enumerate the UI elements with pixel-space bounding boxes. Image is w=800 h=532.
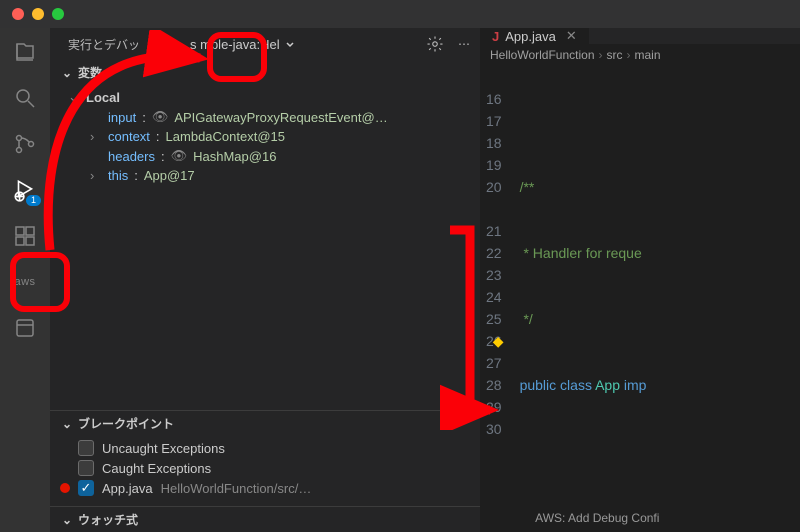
variables-section-header[interactable]: ⌄ 変数 [50,60,480,85]
start-debug-button[interactable] [158,34,178,54]
chevron-right-icon: › [599,48,603,62]
code-content[interactable]: /** * Handler for reque */ public class … [516,66,800,532]
breakpoints-title: ブレークポイント [78,415,174,432]
variable-row[interactable]: › context: LambdaContext@15 [50,127,480,146]
chevron-down-icon: ⌄ [62,66,74,80]
debug-settings-gear-icon[interactable] [426,35,444,53]
tab-app-java[interactable]: J App.java ✕ [480,28,590,44]
eye-icon: 👁 [171,148,188,164]
breakpoint-caught-exceptions[interactable]: Caught Exceptions [50,458,480,478]
variable-row[interactable]: headers: 👁 HashMap@16 [50,146,480,166]
java-file-icon: J [492,29,499,44]
debug-more-icon[interactable]: ⋯ [458,37,470,51]
debug-config-selector[interactable]: s mple-java:Hel [184,35,302,54]
breakpoint-dot-icon [60,483,70,493]
breakpoint-file-row[interactable]: ✓ App.java HelloWorldFunction/src/… [50,478,480,498]
window-maximize-button[interactable] [52,8,64,20]
activity-bar: 1 aws [0,28,50,532]
breakpoints-list: Uncaught Exceptions Caught Exceptions ✓ … [50,436,480,506]
breadcrumb[interactable]: HelloWorldFunction › src › main [480,44,800,66]
source-control-icon[interactable] [11,130,39,158]
watch-title: ウォッチ式 [78,511,138,528]
window-close-button[interactable] [12,8,24,20]
checkbox-unchecked[interactable] [78,460,94,476]
variables-tree: ⌄ Local input: 👁 APIGatewayProxyRequestE… [50,85,480,193]
eye-icon: 👁 [152,109,169,125]
run-and-debug-title: 実行とデバッ [68,36,140,53]
debug-toolbar: 実行とデバッ s mple-java:Hel ⋯ [50,28,480,60]
variables-title: 変数 [78,64,102,81]
line-number-gutter: 16 17 18 19 20 21 22 23 24 25 ◆26 27 28 … [480,66,516,532]
code-editor[interactable]: 16 17 18 19 20 21 22 23 24 25 ◆26 27 28 … [480,66,800,532]
extensions-icon[interactable] [11,222,39,250]
window-minimize-button[interactable] [32,8,44,20]
tab-label: App.java [505,29,556,44]
chevron-down-icon: ⌄ [62,417,74,431]
debug-badge: 1 [26,195,41,206]
breakpoints-section-header[interactable]: ⌄ ブレークポイント [50,411,480,436]
titlebar [0,0,800,28]
other-extension-icon[interactable] [11,314,39,342]
codelens-aws-debug[interactable]: AWS: Add Debug Confi [535,511,659,525]
search-icon[interactable] [11,84,39,112]
editor-tabs: J App.java ✕ [480,28,800,44]
checkbox-checked[interactable]: ✓ [78,480,94,496]
close-tab-icon[interactable]: ✕ [566,28,577,44]
debug-sidebar: 実行とデバッ s mple-java:Hel ⋯ ⌄ 変数 ⌄ Local [50,28,480,532]
run-debug-icon[interactable]: 1 [11,176,39,204]
aws-toolkit-icon[interactable]: aws [11,268,39,296]
execution-pointer-icon: ◆ [493,330,504,352]
checkbox-unchecked[interactable] [78,440,94,456]
debug-config-name: s mple-java:Hel [190,37,280,52]
variable-row[interactable]: input: 👁 APIGatewayProxyRequestEvent@… [50,107,480,127]
editor-area: J App.java ✕ HelloWorldFunction › src › … [480,28,800,532]
variable-row[interactable]: › this: App@17 [50,166,480,185]
explorer-icon[interactable] [11,38,39,66]
variable-scope-local[interactable]: ⌄ Local [50,87,480,107]
watch-section-header[interactable]: ⌄ ウォッチ式 [50,507,480,532]
chevron-right-icon: › [627,48,631,62]
breakpoint-uncaught-exceptions[interactable]: Uncaught Exceptions [50,438,480,458]
chevron-down-icon: ⌄ [62,513,74,527]
